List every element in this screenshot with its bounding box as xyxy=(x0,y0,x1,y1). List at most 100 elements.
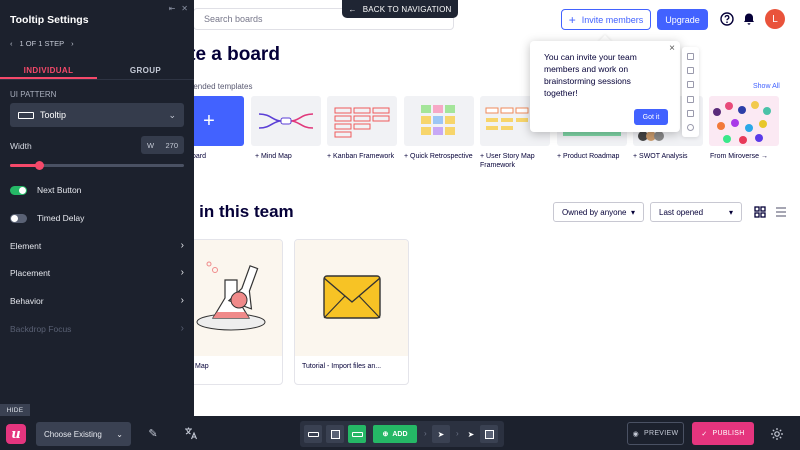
check-icon: ✓ xyxy=(701,430,708,438)
chevron-right-icon: › xyxy=(180,267,184,278)
chevron-right-icon: › xyxy=(180,240,184,251)
help-icon[interactable] xyxy=(720,12,734,26)
menu-label: Placement xyxy=(10,267,51,278)
copy-icon[interactable] xyxy=(687,66,694,74)
board-thumbnail xyxy=(295,240,408,356)
chevron-left-icon[interactable]: ‹ xyxy=(10,39,13,48)
owner-filter-select[interactable]: Owned by anyone ▾ xyxy=(553,202,644,222)
invite-tooltip-popover: × You can invite your team members and w… xyxy=(530,41,680,132)
tooltip-element-button[interactable] xyxy=(304,425,322,443)
eye-icon: ◉ xyxy=(632,430,640,438)
close-icon[interactable]: × xyxy=(669,43,675,54)
kanban-thumbnail xyxy=(334,107,390,138)
bookmark-icon[interactable] xyxy=(687,109,694,117)
pointer-target-button[interactable]: ➤ xyxy=(464,425,478,443)
menu-backdrop-focus: Backdrop Focus › xyxy=(0,315,194,342)
width-input[interactable]: W 270 xyxy=(141,136,184,154)
add-step-button[interactable]: ⊕ ADD xyxy=(373,425,417,443)
popover-text: You can invite your team members and wor… xyxy=(544,52,637,98)
next-button-label: Next Button xyxy=(37,185,82,195)
user-avatar[interactable]: L xyxy=(765,9,785,29)
back-to-navigation-label: BACK TO NAVIGATION xyxy=(362,4,452,14)
panel-title: Tooltip Settings xyxy=(10,14,89,26)
step-indicator: 1 OF 1 STEP xyxy=(19,39,65,48)
tooltip-settings-panel: Tooltip Settings ⇤ ✕ ‹ 1 OF 1 STEP › IND… xyxy=(0,0,194,416)
bell-icon[interactable] xyxy=(742,12,756,26)
modal-element-button[interactable] xyxy=(326,425,344,443)
step-navigator: ‹ 1 OF 1 STEP › xyxy=(10,39,74,48)
timed-delay-toggle[interactable] xyxy=(10,213,27,223)
upgrade-button[interactable]: Upgrade xyxy=(657,9,708,30)
pointer-element-button[interactable]: ➤ xyxy=(432,425,450,443)
mind-map-template[interactable] xyxy=(251,96,321,146)
plus-icon: + xyxy=(203,109,215,132)
choose-existing-select[interactable]: Choose Existing ⌄ xyxy=(36,422,131,446)
miroverse-template[interactable] xyxy=(709,96,779,146)
translate-icon[interactable] xyxy=(184,426,198,440)
preview-button[interactable]: ◉ PREVIEW xyxy=(627,422,684,445)
hotspot-element-button[interactable] xyxy=(348,425,366,443)
gear-icon[interactable] xyxy=(770,427,784,441)
width-slider-handle[interactable] xyxy=(35,161,45,170)
board-card[interactable]: Tutorial - Import files an... xyxy=(294,239,409,385)
kanban-template[interactable] xyxy=(327,96,397,146)
grid-view-icon[interactable] xyxy=(754,206,766,218)
sort-value: Last opened xyxy=(659,207,704,217)
sort-select[interactable]: Last opened ▾ xyxy=(650,202,742,222)
tooltip-pattern-icon xyxy=(351,431,363,437)
next-button-row: Next Button xyxy=(10,185,81,195)
menu-behavior[interactable]: Behavior › xyxy=(0,287,194,314)
got-it-button[interactable]: Got it xyxy=(634,109,668,125)
show-all-link[interactable]: Show All xyxy=(753,83,780,90)
tab-group[interactable]: GROUP xyxy=(97,61,194,79)
list-view-icon[interactable] xyxy=(775,206,787,218)
template-label: + Mind Map xyxy=(255,153,292,160)
ui-pattern-label: UI PATTERN xyxy=(10,90,57,99)
template-label: + User Story Map Framework xyxy=(480,153,535,169)
template-label: + Quick Retrospective xyxy=(404,153,473,160)
chevron-down-icon: ▾ xyxy=(630,207,635,217)
next-button-toggle[interactable] xyxy=(10,185,27,195)
trash-icon[interactable] xyxy=(687,52,694,60)
publish-button[interactable]: ✓ PUBLISH xyxy=(692,422,754,445)
toggle-knob xyxy=(11,214,18,222)
invite-members-button[interactable]: + Invite members xyxy=(561,9,651,30)
plus-circle-icon: ⊕ xyxy=(382,431,389,438)
chevron-right-icon: › xyxy=(180,323,184,334)
hide-panel-button[interactable]: HIDE xyxy=(0,404,30,416)
collapse-icon[interactable]: ⇤ xyxy=(169,4,176,13)
owner-filter-value: Owned by anyone xyxy=(562,207,627,217)
menu-element[interactable]: Element › xyxy=(0,232,194,259)
plus-icon: + xyxy=(568,12,576,27)
target-icon[interactable] xyxy=(687,124,694,132)
template-label: + SWOT Analysis xyxy=(633,153,688,160)
invite-members-label: Invite members xyxy=(581,14,644,25)
mind-map-thumbnail xyxy=(258,113,314,129)
board-title: Tutorial - Import files an... xyxy=(302,363,382,370)
retrospective-template[interactable] xyxy=(404,96,474,146)
toggle-knob xyxy=(19,186,26,194)
duplicate-icon[interactable] xyxy=(687,95,694,103)
menu-placement[interactable]: Placement › xyxy=(0,259,194,286)
ui-pattern-select[interactable]: Tooltip ⌄ xyxy=(10,103,184,127)
userguiding-logo: u xyxy=(6,424,26,444)
document-icon[interactable] xyxy=(687,81,694,89)
publish-label: PUBLISH xyxy=(712,430,745,437)
modal-element-button[interactable] xyxy=(480,425,498,443)
add-label: ADD xyxy=(392,430,408,438)
chevron-right-icon[interactable]: › xyxy=(71,39,74,48)
modal-icon xyxy=(330,429,340,439)
back-to-navigation-button[interactable]: ← BACK TO NAVIGATION xyxy=(342,0,458,18)
close-icon[interactable]: ✕ xyxy=(181,4,188,13)
width-prefix: W xyxy=(147,140,155,150)
pencil-icon[interactable]: ✎ xyxy=(146,426,160,440)
template-label: + Product Roadmap xyxy=(557,153,620,160)
tab-individual[interactable]: INDIVIDUAL xyxy=(0,61,97,79)
timed-delay-row: Timed Delay xyxy=(10,213,84,223)
board-title: Map xyxy=(195,363,209,370)
panel-tabs: INDIVIDUAL GROUP xyxy=(0,61,194,80)
choose-existing-label: Choose Existing xyxy=(44,429,102,439)
preview-label: PREVIEW xyxy=(644,430,679,437)
template-label: + Kanban Framework xyxy=(327,153,395,160)
width-slider[interactable] xyxy=(10,161,184,170)
